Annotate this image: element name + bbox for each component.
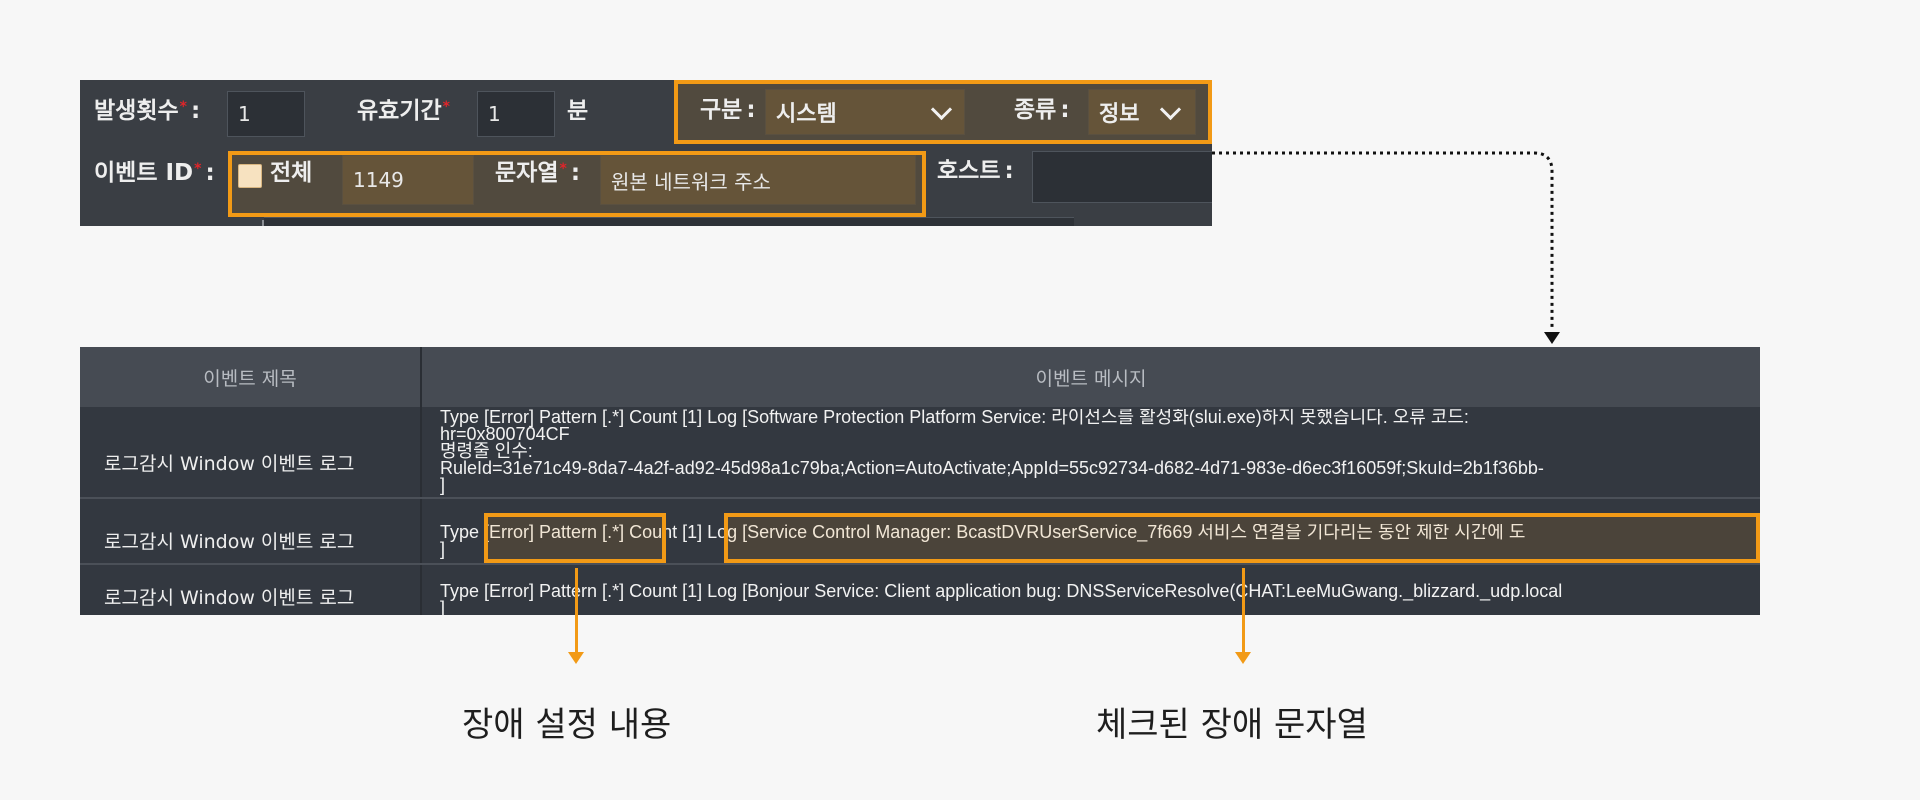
chevron-down-icon [930, 98, 953, 121]
host-label: 호스트: [937, 160, 1014, 183]
colon: : [1060, 97, 1070, 123]
callout-line-right [1242, 568, 1245, 653]
validity-input[interactable]: 1 [477, 91, 555, 137]
category-label-text: 구분 [700, 97, 743, 123]
column-header-message[interactable]: 이벤트 메시지 [422, 347, 1760, 407]
occurrence-value: 1 [238, 102, 251, 126]
arrow-down-icon [568, 652, 584, 664]
string-label-text: 문자열 [495, 160, 559, 186]
string-value: 원본 네트워크 주소 [611, 169, 771, 194]
host-label-text: 호스트 [937, 158, 1001, 184]
type-label-text: 종류 [1014, 97, 1057, 123]
row-3-title: 로그감시 Window 이벤트 로그 [104, 587, 355, 609]
all-checkbox-label: 전체 [270, 160, 313, 186]
event-table: 이벤트 제목 이벤트 메시지 로그감시 Window 이벤트 로그 Type [… [80, 347, 1760, 615]
row3-input-fragment [264, 217, 1074, 226]
row-divider [80, 563, 1760, 565]
string-input[interactable]: 원본 네트워크 주소 [600, 155, 916, 205]
row-1-message: Type [Error] Pattern [.*] Count [1] Log … [440, 409, 1544, 495]
colon: : [190, 98, 201, 124]
category-value: 시스템 [776, 102, 837, 127]
row-2-title: 로그감시 Window 이벤트 로그 [104, 531, 355, 553]
all-checkbox[interactable] [238, 164, 262, 188]
required-mark: * [442, 99, 450, 115]
colon: : [205, 160, 215, 186]
callout-line-left [575, 568, 578, 653]
event-id-input[interactable]: 1149 [342, 155, 474, 205]
category-label: 구분: [700, 99, 756, 122]
occurrence-label-text: 발생횟수 [94, 98, 179, 124]
row-divider [80, 497, 1760, 499]
occurrence-input[interactable]: 1 [227, 91, 305, 137]
host-input[interactable] [1032, 151, 1212, 203]
validity-value: 1 [488, 102, 501, 126]
log-string-highlight [724, 513, 1760, 563]
pattern-highlight [484, 513, 666, 563]
colon: : [570, 160, 581, 186]
event-id-label-text: 이벤트 ID [94, 160, 194, 186]
event-id-value: 1149 [353, 168, 404, 192]
colon: : [746, 97, 756, 123]
filter-panel: 발생횟수*: 1 유효기간* 1 분 구분: 시스템 종류: 정보 이벤트 ID… [80, 80, 1212, 226]
validity-label: 유효기간* [357, 100, 450, 123]
column-header-title[interactable]: 이벤트 제목 [80, 347, 420, 407]
caption-left: 장애 설정 내용 [462, 705, 672, 745]
string-label: 문자열*: [495, 162, 580, 185]
validity-unit: 분 [567, 98, 589, 124]
event-id-label: 이벤트 ID*: [94, 162, 215, 185]
caption-right: 체크된 장애 문자열 [1096, 705, 1368, 745]
category-select[interactable]: 시스템 [765, 89, 965, 135]
row-1-title: 로그감시 Window 이벤트 로그 [104, 453, 355, 475]
colon: : [1004, 158, 1014, 184]
required-mark: * [179, 99, 187, 115]
required-mark: * [559, 161, 567, 177]
row-3-message: Type [Error] Pattern [.*] Count [1] Log … [440, 583, 1563, 615]
dotted-connector [1212, 151, 1560, 344]
required-mark: * [194, 161, 202, 177]
arrow-down-icon [1235, 652, 1251, 664]
occurrence-label: 발생횟수*: [94, 100, 200, 123]
validity-label-text: 유효기간 [357, 98, 442, 124]
type-value: 정보 [1099, 102, 1140, 127]
type-label: 종류: [1014, 99, 1070, 122]
chevron-down-icon [1159, 98, 1182, 121]
type-select[interactable]: 정보 [1088, 89, 1196, 135]
